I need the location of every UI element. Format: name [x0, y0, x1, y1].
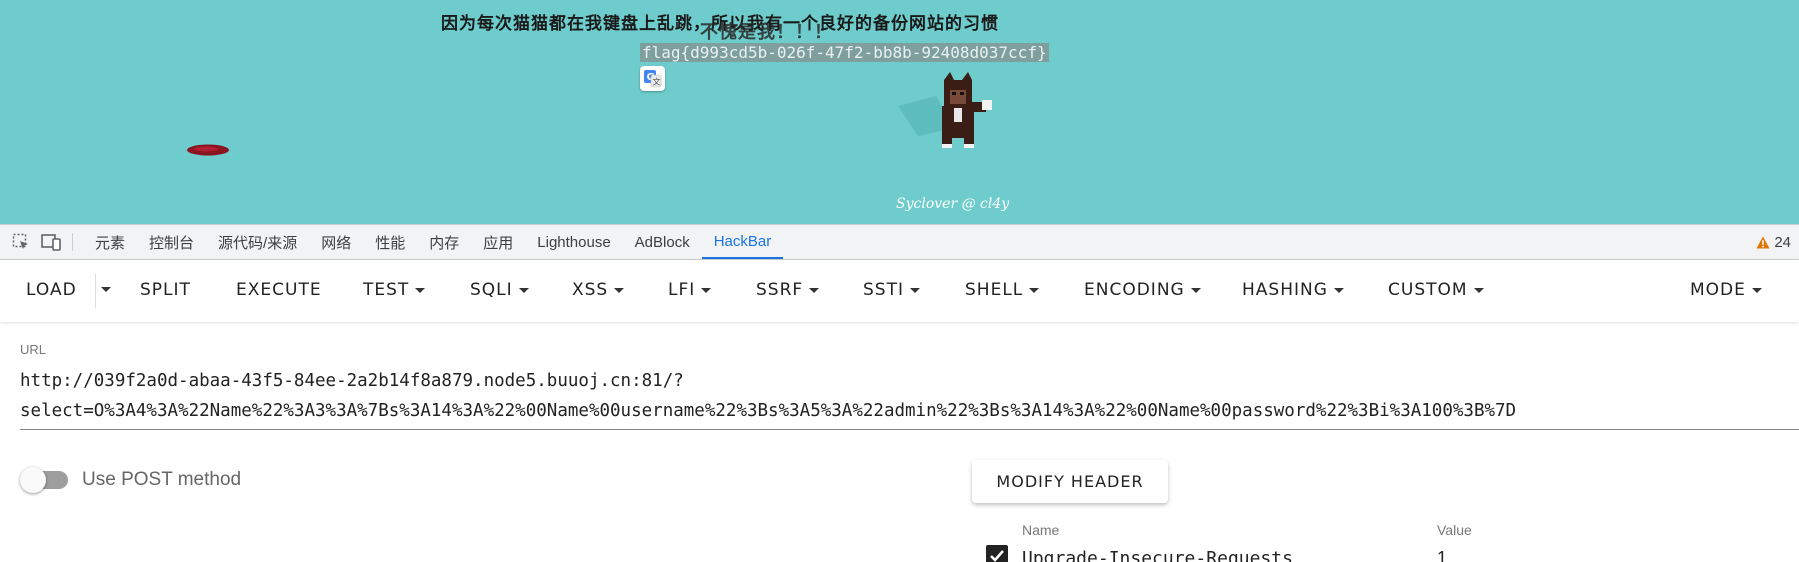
chevron-down-icon — [1751, 287, 1762, 293]
hashing-menu-button[interactable]: HASHING — [1242, 280, 1344, 300]
xss-menu-button[interactable]: XSS — [572, 280, 625, 300]
test-label: TEST — [363, 280, 410, 300]
toolbar-divider — [72, 233, 73, 251]
tab-console[interactable]: 控制台 — [137, 225, 206, 259]
ssrf-label: SSRF — [756, 280, 804, 300]
url-label: URL — [20, 342, 47, 357]
custom-menu-button[interactable]: CUSTOM — [1388, 280, 1484, 300]
header-value-input[interactable]: 1 — [1437, 548, 1447, 562]
warning-icon — [1756, 236, 1770, 248]
sqli-menu-button[interactable]: SQLI — [470, 280, 529, 300]
shell-menu-button[interactable]: SHELL — [965, 280, 1040, 300]
chevron-down-icon — [1473, 287, 1484, 293]
red-blob-image — [187, 144, 229, 156]
google-translate-icon[interactable]: G 文 — [640, 66, 665, 91]
checkmark-icon — [990, 550, 1004, 562]
header-name-dropdown[interactable] — [1407, 556, 1417, 562]
load-divider — [95, 274, 96, 308]
encoding-label: ENCODING — [1084, 280, 1185, 300]
tab-adblock[interactable]: AdBlock — [623, 225, 702, 259]
load-label: LOAD — [26, 280, 77, 300]
ssrf-menu-button[interactable]: SSRF — [756, 280, 820, 300]
warning-count: 24 — [1774, 233, 1791, 251]
hackbar-toolbar: LOAD SPLIT EXECUTE TEST SQLI XSS LFI SSR… — [0, 260, 1799, 322]
header-value-label: Value — [1437, 522, 1472, 538]
tab-elements[interactable]: 元素 — [83, 225, 137, 259]
svg-text:文: 文 — [653, 77, 661, 87]
tab-performance[interactable]: 性能 — [363, 225, 417, 259]
header-name-label: Name — [1022, 522, 1060, 538]
tab-hackbar[interactable]: HackBar — [701, 225, 784, 259]
chevron-down-icon — [909, 287, 920, 293]
chevron-down-icon — [1333, 287, 1344, 293]
page-subline: 不愧是我！！！ — [700, 22, 833, 43]
devtools-tab-bar: 元素 控制台 源代码/来源 网络 性能 内存 应用 Lighthouse AdB… — [0, 224, 1799, 260]
chevron-down-icon — [1029, 287, 1040, 293]
url-input-underline — [20, 429, 1799, 430]
chevron-down-icon — [614, 287, 625, 293]
post-method-toggle-thumb[interactable] — [20, 467, 46, 493]
split-label: SPLIT — [140, 280, 191, 300]
modify-header-label: MODIFY HEADER — [996, 472, 1144, 491]
chevron-down-icon — [701, 287, 712, 293]
chevron-down-icon — [809, 287, 820, 293]
post-method-label: Use POST method — [82, 469, 242, 490]
chevron-down-icon — [1190, 287, 1201, 293]
custom-label: CUSTOM — [1388, 280, 1468, 300]
chevron-down-icon — [518, 287, 529, 293]
sqli-label: SQLI — [470, 280, 513, 300]
page-viewport: 因为每次猫猫都在我键盘上乱跳，所以我有一个良好的备份网站的习惯 不愧是我！！！ … — [0, 0, 1799, 224]
execute-button[interactable]: EXECUTE — [236, 280, 322, 300]
modify-header-button[interactable]: MODIFY HEADER — [972, 460, 1168, 503]
lfi-label: LFI — [668, 280, 696, 300]
tab-memory[interactable]: 内存 — [417, 225, 471, 259]
ssti-menu-button[interactable]: SSTI — [863, 280, 920, 300]
ssti-label: SSTI — [863, 280, 904, 300]
tab-lighthouse[interactable]: Lighthouse — [525, 225, 622, 259]
tab-sources[interactable]: 源代码/来源 — [206, 225, 309, 259]
mode-menu-button[interactable]: MODE — [1690, 280, 1762, 300]
execute-label: EXECUTE — [236, 280, 322, 300]
encoding-menu-button[interactable]: ENCODING — [1084, 280, 1201, 300]
device-toolbar-icon[interactable] — [36, 225, 66, 259]
flag-text: flag{d993cd5b-026f-47f2-bb8b-92408d037cc… — [640, 43, 1049, 62]
load-button[interactable]: LOAD — [26, 280, 77, 300]
test-menu-button[interactable]: TEST — [363, 280, 426, 300]
inspect-element-icon[interactable] — [6, 225, 36, 259]
mode-label: MODE — [1690, 280, 1746, 300]
header-enabled-checkbox[interactable] — [986, 545, 1008, 562]
warnings-counter[interactable]: 24 — [1756, 225, 1791, 259]
chevron-down-icon — [101, 287, 111, 292]
split-button[interactable]: SPLIT — [140, 280, 191, 300]
hashing-label: HASHING — [1242, 280, 1328, 300]
xss-label: XSS — [572, 280, 609, 300]
shell-label: SHELL — [965, 280, 1024, 300]
signature-text: Syclover @ cl4y — [896, 196, 1010, 212]
lfi-menu-button[interactable]: LFI — [668, 280, 712, 300]
chevron-down-icon — [415, 287, 426, 293]
tab-network[interactable]: 网络 — [309, 225, 363, 259]
header-name-select[interactable]: Upgrade-Insecure-Requests — [1022, 548, 1293, 562]
cat-image — [898, 72, 992, 148]
tab-application[interactable]: 应用 — [471, 225, 525, 259]
load-options-button[interactable] — [101, 287, 111, 292]
url-input[interactable]: http://039f2a0d-abaa-43f5-84ee-2a2b14f8a… — [20, 366, 1780, 426]
